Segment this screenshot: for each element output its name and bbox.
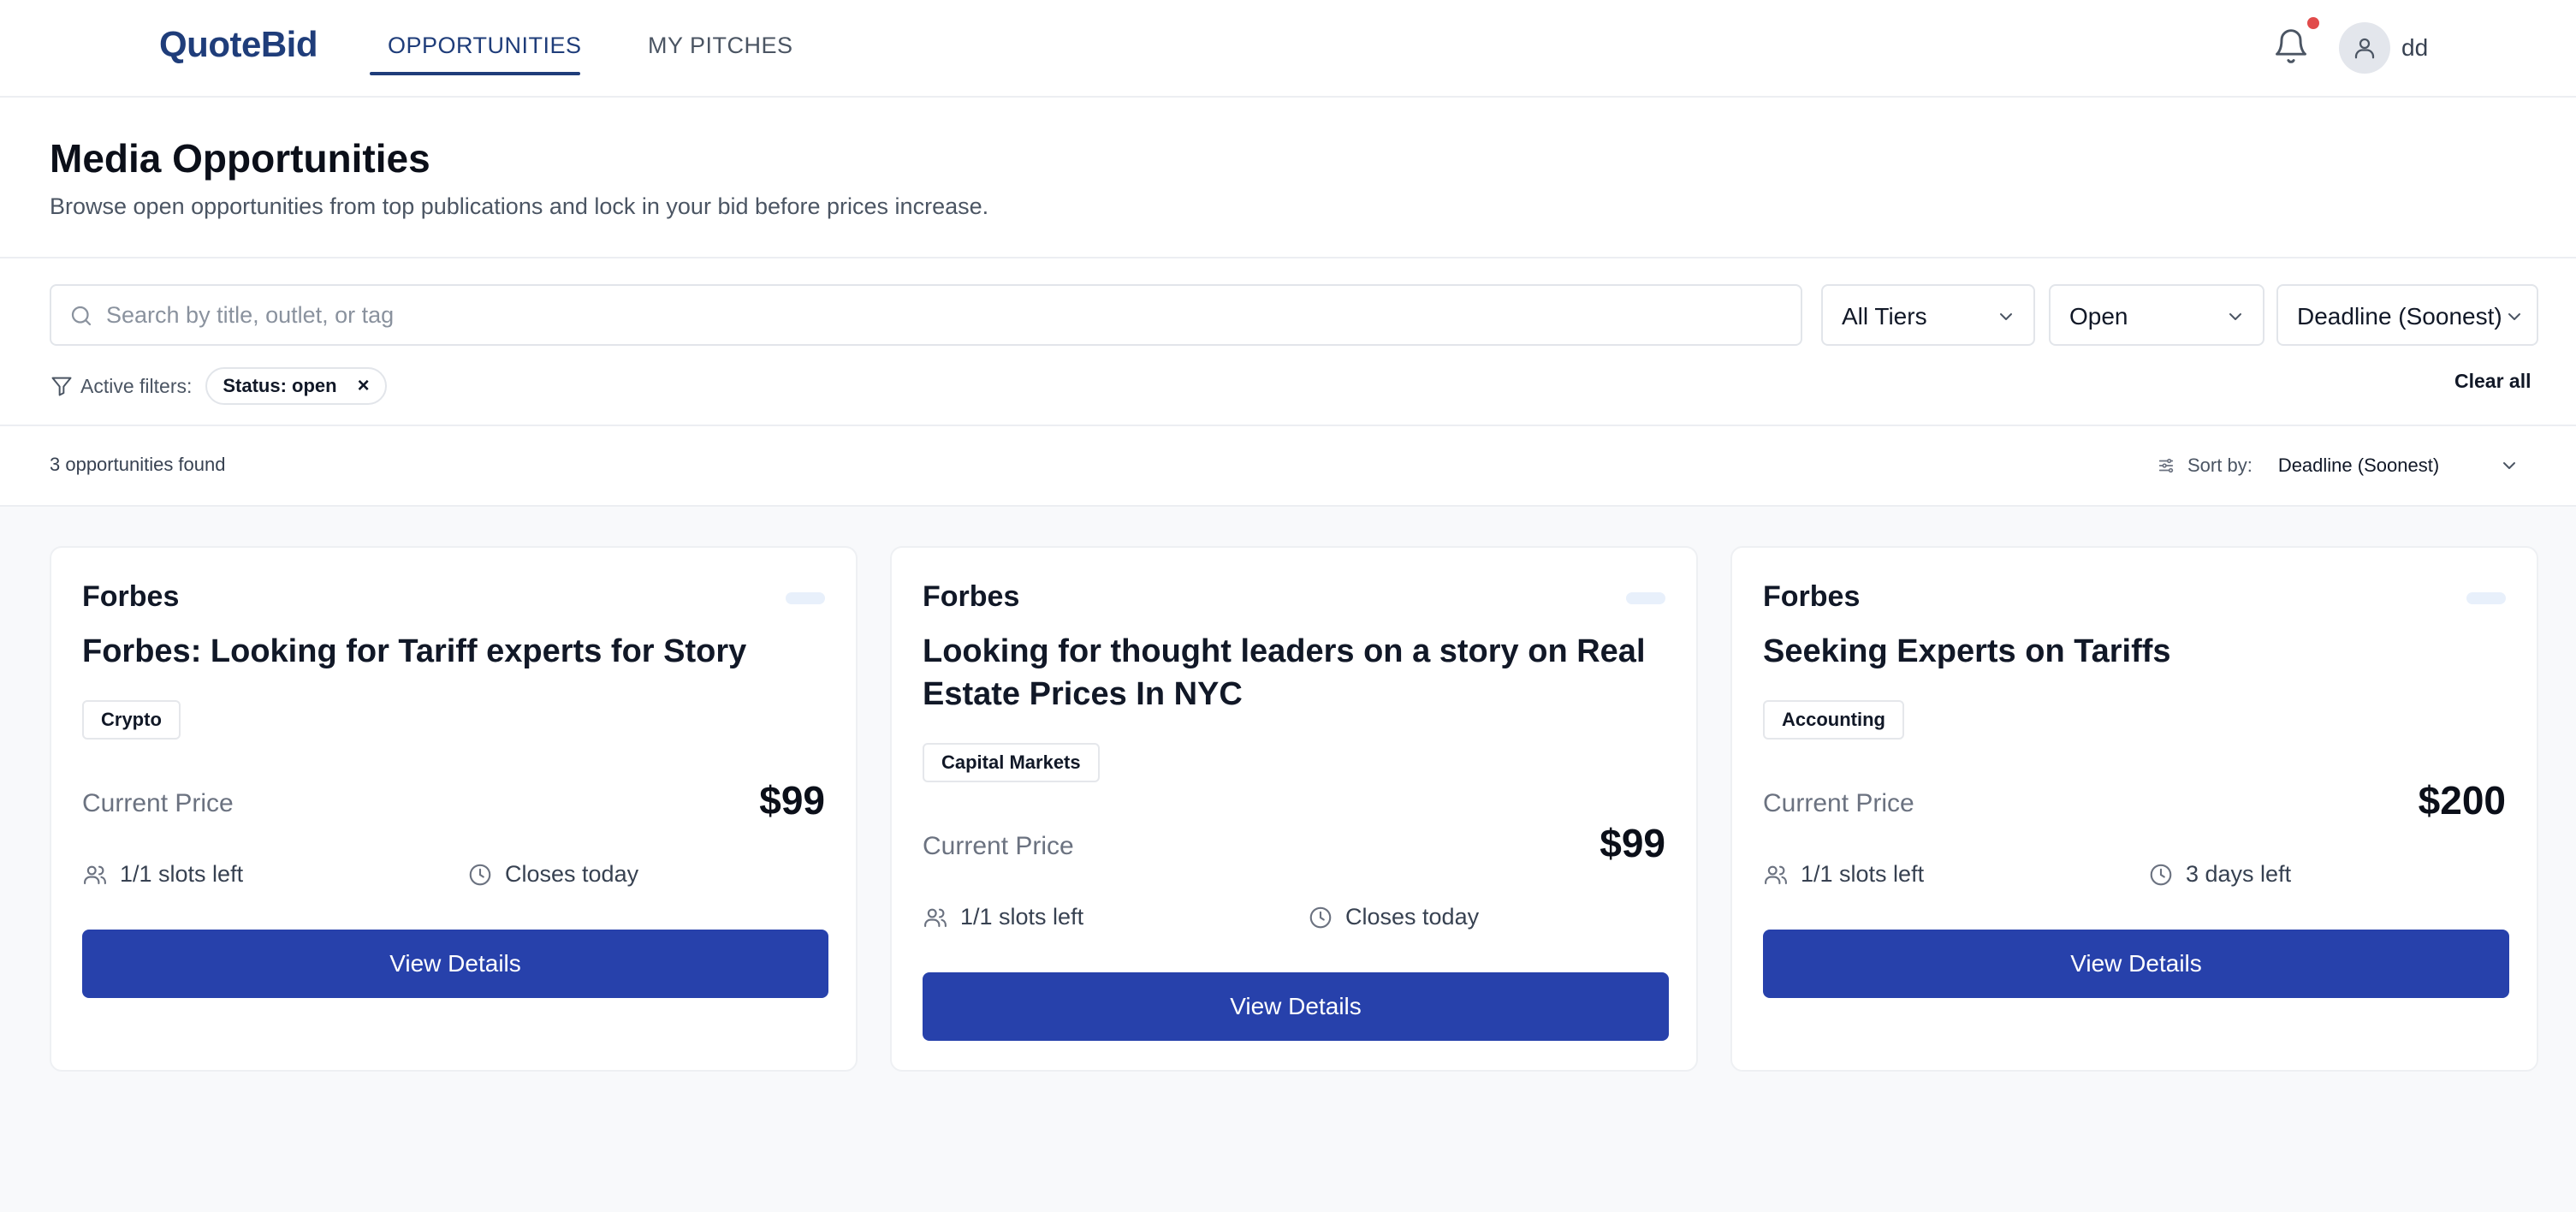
page-header: Media Opportunities Browse open opportun… [0,98,2576,258]
deadline: Closes today [1308,904,1479,930]
results-count: 3 opportunities found [50,454,226,475]
price-label: Current Price [82,789,234,817]
filter-icon [51,377,72,396]
close-icon[interactable]: × [358,374,370,398]
sort-control[interactable]: Sort by: Deadline (Soonest) [2157,449,2520,483]
active-filters: Active filters: Status: open × [50,366,387,406]
user-name[interactable]: dd [2401,34,2428,62]
users-icon [924,908,947,927]
opportunity-card[interactable]: Forbes Seeking Experts on Tariffs Accoun… [1730,546,2538,1072]
notification-dot [2307,17,2319,29]
search-input[interactable] [106,286,1784,344]
card-title[interactable]: Looking for thought leaders on a story o… [923,630,1669,716]
view-details-button[interactable]: View Details [923,972,1669,1041]
tier-select[interactable]: All Tiers [1821,284,2035,346]
sort-select[interactable]: Deadline (Soonest) [2276,284,2538,346]
opportunity-card[interactable]: Forbes Forbes: Looking for Tariff expert… [50,546,858,1072]
opportunity-card[interactable]: Forbes Looking for thought leaders on a … [890,546,1698,1072]
sort-select-value: Deadline (Soonest) [2297,303,2502,330]
app-logo[interactable]: QuoteBid [159,24,318,65]
view-details-button[interactable]: View Details [1763,930,2509,998]
card-outlet: Forbes [82,580,180,613]
chevron-down-icon[interactable] [2499,455,2520,476]
price-label: Current Price [923,832,1074,860]
card-title[interactable]: Forbes: Looking for Tariff experts for S… [82,630,828,673]
avatar[interactable] [2339,22,2390,74]
slots-left: 1/1 slots left [82,861,243,888]
current-price: $99 [759,778,825,823]
deadline-text: Closes today [1345,904,1480,930]
sort-label: Sort by: [2187,454,2253,476]
users-icon [84,865,106,884]
clock-icon [469,864,491,885]
page-title: Media Opportunities [50,136,430,181]
clock-icon [2150,864,2172,885]
tier-badge [786,592,825,604]
card-outlet: Forbes [1763,580,1861,613]
results-bar: 3 opportunities found Sort by: Deadline … [0,426,2576,507]
chevron-down-icon [2229,313,2241,320]
deadline: 3 days left [2148,861,2291,888]
card-tag: Crypto [82,700,181,740]
search-box[interactable] [50,284,1802,346]
deadline-text: Closes today [505,861,639,887]
tab-opportunities[interactable]: OPPORTUNITIES [388,33,582,59]
slots-left: 1/1 slots left [923,904,1083,930]
clock-icon [1309,906,1332,928]
deadline-text: 3 days left [2186,861,2292,887]
slots-text: 1/1 slots left [960,904,1084,930]
bell-icon[interactable] [2272,27,2310,65]
chevron-down-icon [2508,313,2520,320]
chevron-down-icon [2000,313,2012,320]
view-details-button[interactable]: View Details [82,930,828,998]
user-icon [2354,38,2375,59]
tier-badge [2466,592,2506,604]
status-select[interactable]: Open [2049,284,2264,346]
search-icon [71,306,92,326]
filter-chip-status: Status: open × [205,367,387,405]
slots-left: 1/1 slots left [1763,861,1924,888]
sliders-icon [2158,458,2174,473]
slots-text: 1/1 slots left [1801,861,1925,887]
tab-my-pitches[interactable]: MY PITCHES [648,33,793,59]
price-label: Current Price [1763,789,1914,817]
card-title[interactable]: Seeking Experts on Tariffs [1763,630,2509,673]
users-icon [1765,865,1787,884]
card-outlet: Forbes [923,580,1020,613]
tier-select-value: All Tiers [1842,303,1927,330]
deadline: Closes today [467,861,638,888]
card-tag: Capital Markets [923,743,1100,782]
current-price: $99 [1600,821,1665,865]
card-tag: Accounting [1763,700,1904,740]
sort-value[interactable]: Deadline (Soonest) [2278,454,2439,477]
current-price: $200 [2418,778,2506,823]
tier-badge [1626,592,1665,604]
filter-bar: All Tiers Open Deadline (Soonest) Active… [0,258,2576,426]
top-navigation: QuoteBid OPPORTUNITIES MY PITCHES dd [0,0,2576,98]
page-subtitle: Browse open opportunities from top publi… [50,193,989,219]
status-select-value: Open [2069,303,2128,330]
active-filters-label: Active filters: [80,374,193,397]
slots-text: 1/1 slots left [120,861,244,887]
filter-chip-label: Status: open [223,375,337,396]
clear-all-button[interactable]: Clear all [2454,370,2531,393]
active-tab-indicator [370,72,580,75]
